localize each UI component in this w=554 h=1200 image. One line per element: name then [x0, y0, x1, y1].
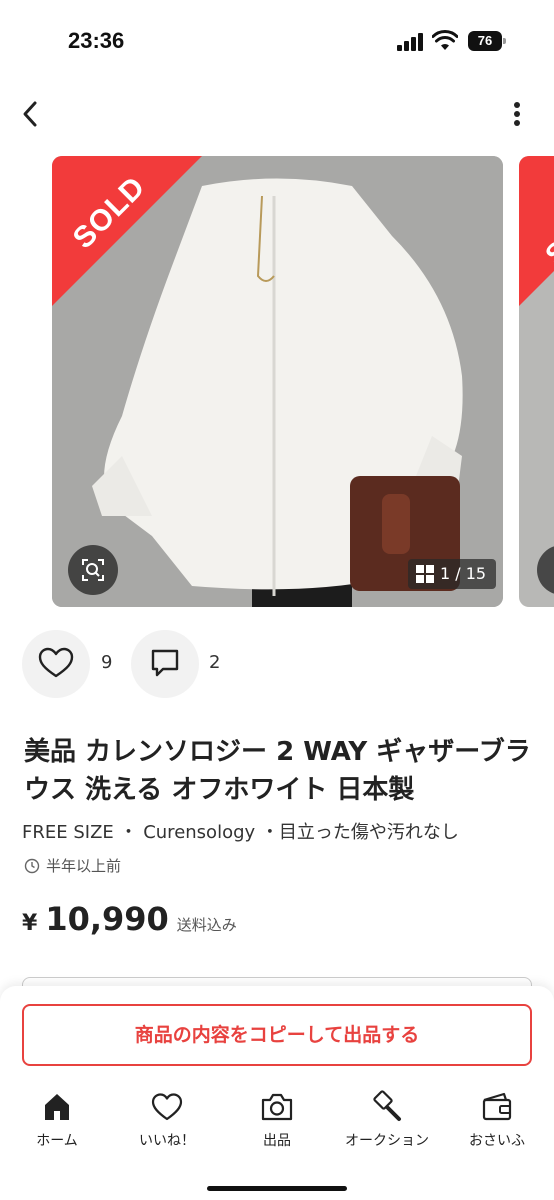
posted-time-text: 半年以上前: [46, 857, 122, 875]
price-row: ¥ 10,990 送料込み: [22, 900, 237, 938]
like-button[interactable]: [22, 630, 90, 698]
back-button[interactable]: [14, 96, 50, 132]
camera-icon: [261, 1093, 293, 1121]
image-counter-text: 1 / 15: [440, 564, 487, 583]
comment-count: 2: [209, 652, 221, 673]
more-options-icon[interactable]: [500, 96, 534, 132]
product-photo[interactable]: SOLD 1 / 15: [52, 156, 503, 607]
item-title: 美品 カレンソロジー 2 WAY ギャザーブラウス 洗える オフホワイト 日本製: [24, 737, 531, 805]
price-symbol: ¥: [22, 911, 38, 936]
wallet-icon: [482, 1092, 512, 1121]
posted-time: 半年以上前: [24, 855, 121, 876]
price-value: 10,990: [45, 900, 169, 938]
item-subtitle: FREE SIZE ・ Curensology ・目立った傷や汚れなし: [22, 822, 459, 843]
tab-bar: ホーム いいね！ 出品 オークション おさいふ: [0, 1090, 554, 1156]
next-product-photo[interactable]: SOLD: [519, 156, 554, 607]
comment-button[interactable]: [131, 630, 199, 698]
image-search-button[interactable]: [68, 545, 118, 595]
image-carousel[interactable]: SOLD 1 / 15 SOLD: [0, 156, 554, 608]
gavel-icon: [373, 1090, 401, 1121]
comment-icon: [151, 649, 179, 677]
tab-sell[interactable]: 出品: [222, 1090, 332, 1156]
heart-icon: [38, 647, 74, 678]
like-count: 9: [101, 652, 113, 673]
sold-ribbon: SOLD: [52, 156, 202, 306]
next-image-search-button[interactable]: [537, 545, 554, 595]
tab-sell-label: 出品: [263, 1133, 291, 1149]
tab-likes-label: いいね！: [139, 1133, 195, 1149]
home-indicator: [207, 1186, 347, 1191]
signal-icon: [397, 33, 427, 51]
tab-wallet[interactable]: おさいふ: [442, 1090, 552, 1156]
tab-likes[interactable]: いいね！: [112, 1090, 222, 1156]
tab-home-label: ホーム: [36, 1133, 78, 1149]
tab-auction[interactable]: オークション: [332, 1090, 442, 1156]
tab-home[interactable]: ホーム: [2, 1090, 112, 1156]
grid-icon: [416, 565, 434, 583]
image-counter[interactable]: 1 / 15: [408, 559, 497, 589]
heart-icon: [151, 1093, 183, 1121]
battery-level: 76: [468, 31, 502, 51]
scan-search-icon: [82, 559, 104, 581]
clock-icon: [24, 858, 40, 873]
shipping-note: 送料込み: [176, 916, 237, 934]
tab-auction-label: オークション: [345, 1133, 429, 1149]
status-time: 23:36: [68, 28, 125, 53]
status-bar: 23:36 76: [0, 0, 554, 84]
bottom-panel: 商品の内容をコピーして出品する ホーム いいね！ 出品 オークション おさいふ: [0, 986, 554, 1200]
wifi-icon: [432, 30, 458, 50]
battery-icon: 76: [468, 31, 506, 51]
copy-listing-button[interactable]: 商品の内容をコピーして出品する: [22, 1004, 532, 1066]
tab-wallet-label: おさいふ: [469, 1133, 525, 1149]
home-icon: [45, 1094, 69, 1120]
